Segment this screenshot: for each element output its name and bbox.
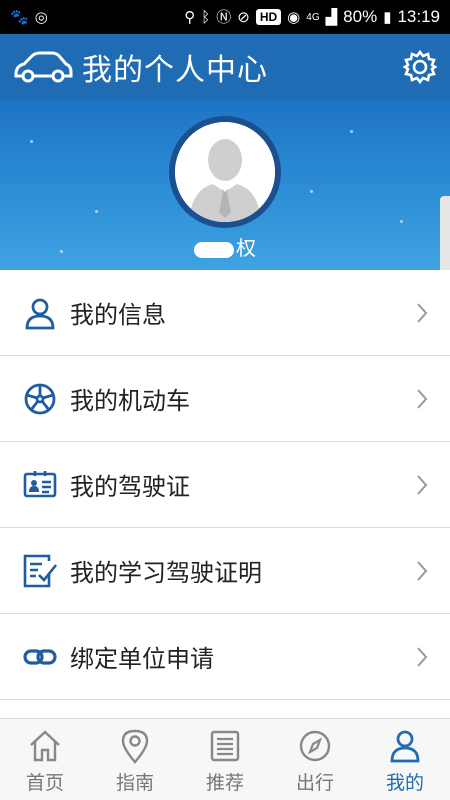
menu-item-label: 我的驾驶证 <box>70 473 190 501</box>
wheel-icon <box>24 383 56 414</box>
menu-item-partial[interactable] <box>0 700 450 720</box>
network-type: 4G <box>306 11 320 23</box>
sync-icon: ◎ <box>34 8 48 26</box>
chevron-right-icon <box>417 561 428 581</box>
battery-percent: 80% <box>343 7 378 26</box>
menu-item-bind-unit[interactable]: 绑定单位申请 <box>0 614 450 700</box>
bluetooth-icon: ᛒ <box>201 8 211 26</box>
menu-list: 我的信息 我的机动车 我的驾驶证 我的学习驾驶证明 绑定单位申请 <box>0 270 450 720</box>
link-icon <box>23 648 57 665</box>
menu-item-label: 我的学习驾驶证明 <box>70 559 262 587</box>
banner-sparkle <box>400 220 403 223</box>
chevron-right-icon <box>417 303 428 323</box>
user-name: 权 <box>0 232 450 261</box>
menu-item-my-vehicle[interactable]: 我的机动车 <box>0 356 450 442</box>
nav-label: 出行 <box>295 772 334 794</box>
menu-item-label: 我的信息 <box>70 301 166 329</box>
menu-item-label: 我的机动车 <box>70 387 190 415</box>
banner-sparkle <box>350 130 353 133</box>
status-bar: 🐾 ◎ ⚲ ᛒ Ⓝ ⊘ HD ◉ 4G ▟ 80% ▮ 13:19 <box>0 0 450 34</box>
baidu-icon: 🐾 <box>10 8 29 26</box>
avatar-image <box>175 122 275 222</box>
banner-sparkle <box>95 210 98 213</box>
name-redaction <box>194 241 234 258</box>
hd-badge: HD <box>255 9 282 25</box>
nav-label: 推荐 <box>205 772 244 794</box>
banner-sparkle <box>30 140 33 143</box>
user-avatar-icon <box>175 122 275 222</box>
nav-recommend[interactable]: 推荐 <box>180 719 270 800</box>
home-icon <box>30 730 60 762</box>
nfc-icon: Ⓝ <box>216 8 232 26</box>
nav-home[interactable]: 首页 <box>0 719 90 800</box>
nav-mine[interactable]: 我的 <box>360 719 450 800</box>
battery-icon: ▮ <box>383 8 392 26</box>
gear-icon[interactable] <box>402 49 438 85</box>
page-title: 我的个人中心 <box>82 53 268 88</box>
nav-travel[interactable]: 出行 <box>270 719 360 800</box>
nav-guide[interactable]: 指南 <box>90 719 180 800</box>
profile-banner: 权 <box>0 100 450 270</box>
person-icon <box>25 298 55 329</box>
avatar[interactable] <box>169 116 281 228</box>
clock: 13:19 <box>397 7 440 26</box>
car-icon <box>14 51 73 83</box>
status-left: 🐾 ◎ <box>10 10 48 25</box>
signal-icon: ▟ <box>325 8 338 26</box>
menu-item-my-license[interactable]: 我的驾驶证 <box>0 442 450 528</box>
bottom-nav: 首页 指南 推荐 出行 我的 <box>0 718 450 800</box>
menu-item-label: 绑定单位申请 <box>70 645 214 673</box>
chevron-right-icon <box>417 475 428 495</box>
nav-label: 我的 <box>385 772 424 794</box>
chevron-right-icon <box>417 389 428 409</box>
map-pin-icon <box>121 729 149 764</box>
status-right: ⚲ ᛒ Ⓝ ⊘ HD ◉ 4G ▟ 80% ▮ 13:19 <box>184 7 440 27</box>
document-icon <box>210 730 240 762</box>
location-icon: ⚲ <box>184 8 196 26</box>
menu-item-learning-certificate[interactable]: 我的学习驾驶证明 <box>0 528 450 614</box>
mute-icon: ⊘ <box>237 8 250 26</box>
title-bar: 我的个人中心 <box>0 34 450 100</box>
menu-item-my-info[interactable]: 我的信息 <box>0 270 450 356</box>
nav-label: 首页 <box>25 772 64 794</box>
user-name-visible: 权 <box>236 236 256 260</box>
license-card-icon <box>23 470 57 497</box>
hotspot-icon: ◉ <box>287 8 301 26</box>
checklist-icon <box>23 554 58 587</box>
chevron-right-icon <box>417 647 428 667</box>
banner-sparkle <box>310 190 313 193</box>
nav-label: 指南 <box>115 772 154 794</box>
compass-icon <box>299 730 331 762</box>
user-icon <box>390 730 420 763</box>
